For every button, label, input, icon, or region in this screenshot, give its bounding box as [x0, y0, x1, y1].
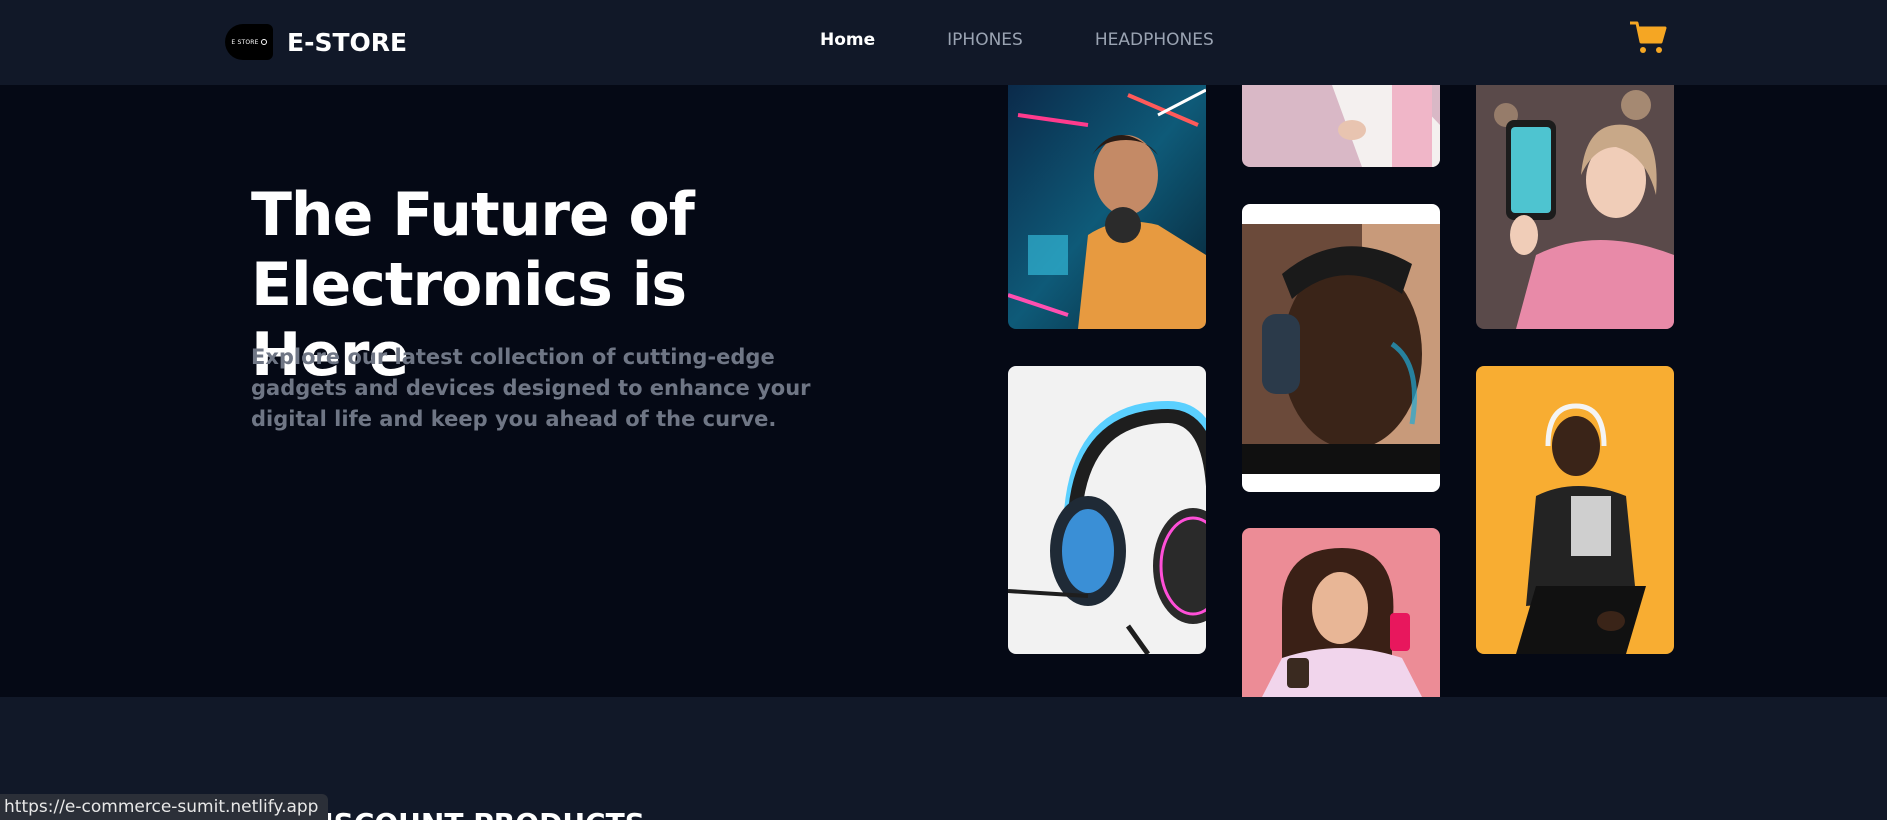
nav-link-headphones[interactable]: HEADPHONES [1095, 30, 1214, 50]
gallery-image-man-headphones-orange [1476, 366, 1674, 654]
status-bar-url: https://e-commerce-sumit.netlify.app [0, 794, 329, 820]
nav-links: Home IPHONES HEADPHONES [820, 30, 1286, 50]
gallery-image-woman-selfie [1242, 528, 1440, 697]
gallery-image-person-white-shirt [1242, 85, 1440, 167]
brand-name[interactable]: E-STORE [287, 28, 407, 57]
section-title: DISCOUNT PRODUCTS [300, 807, 645, 820]
cart-button[interactable] [1628, 20, 1668, 56]
hero-subtitle: Explore our latest collection of cutting… [251, 345, 811, 431]
gallery-image-gaming-headset [1008, 366, 1206, 654]
gallery-image-man-headphones-neon [1008, 85, 1206, 329]
gallery-image-woman-phone [1476, 85, 1674, 329]
logo-circle-icon [260, 39, 267, 45]
nav-link-home[interactable]: Home [820, 30, 875, 50]
hero-section: The Future of Electronics is Here Explor… [0, 85, 1887, 697]
brand[interactable]: E STORE E-STORE [225, 24, 407, 60]
brand-logo[interactable]: E STORE [225, 24, 273, 60]
gallery-image-man-headphones-closeup [1242, 204, 1440, 492]
top-navbar: E STORE E-STORE Home IPHONES HEADPHONES [0, 0, 1887, 85]
nav-link-iphones[interactable]: IPHONES [947, 30, 1023, 50]
cart-icon [1630, 21, 1667, 53]
logo-text: E STORE [231, 38, 259, 46]
